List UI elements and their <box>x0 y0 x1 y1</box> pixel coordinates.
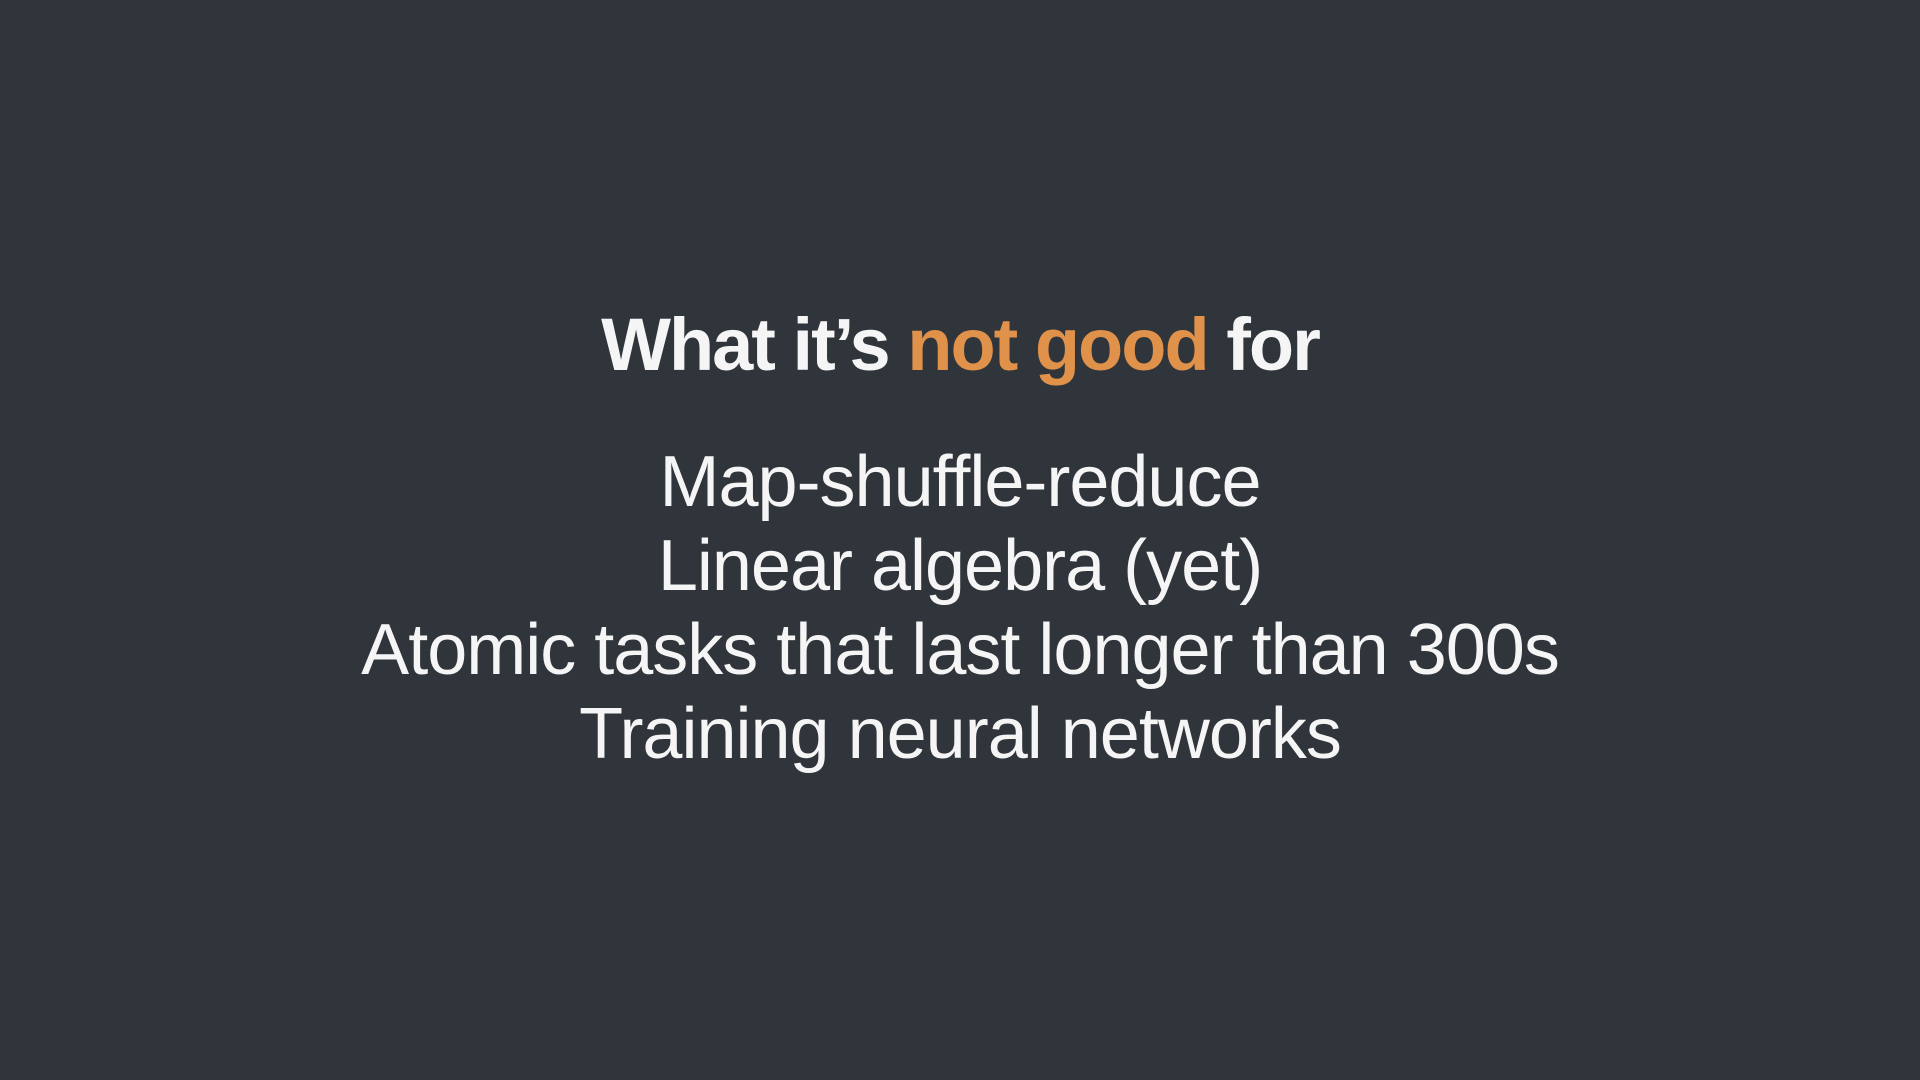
list-item: Atomic tasks that last longer than 300s <box>361 610 1560 690</box>
title-suffix: for <box>1207 303 1321 386</box>
slide: What it’s not good for Map-shuffle-reduc… <box>0 0 1920 1080</box>
list-item: Training neural networks <box>579 694 1342 774</box>
list-item: Linear algebra (yet) <box>657 526 1263 606</box>
list-item: Map-shuffle-reduce <box>659 442 1262 522</box>
slide-title: What it’s not good for <box>0 300 1920 390</box>
title-prefix: What it’s <box>601 303 908 386</box>
title-highlight: not good <box>907 303 1209 386</box>
bullet-list: Map-shuffle-reduce Linear algebra (yet) … <box>0 440 1920 776</box>
